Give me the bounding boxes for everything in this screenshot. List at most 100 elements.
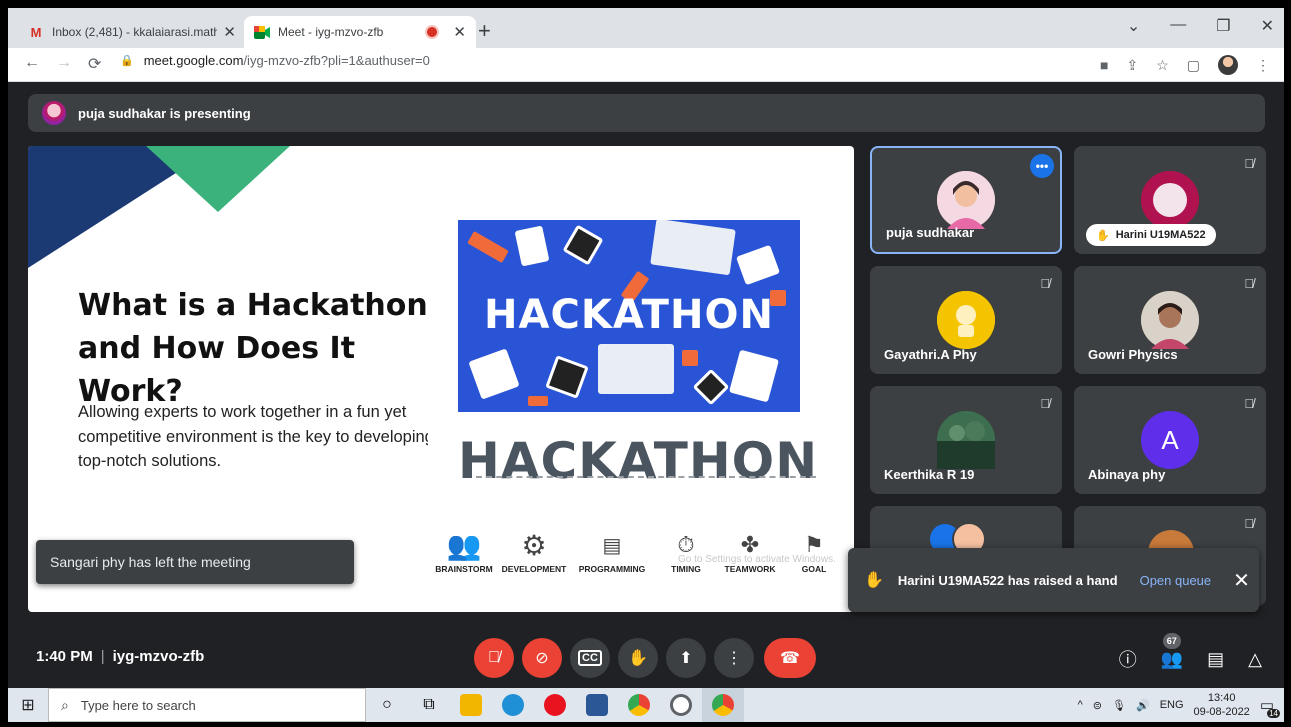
team-icon: 👥 (446, 529, 482, 561)
left-meeting-toast: Sangari phy has left the meeting (36, 540, 354, 584)
microphone-icon[interactable]: 🎙 (1112, 699, 1126, 712)
menu-icon[interactable]: ⋮ (1256, 57, 1270, 74)
chevron-up-icon[interactable]: ^ (1078, 699, 1083, 711)
close-icon[interactable]: ✕ (223, 23, 236, 41)
avatar: A (1141, 411, 1199, 469)
tab-meet[interactable]: Meet - iyg-mzvo-zfb ✕ (244, 16, 476, 48)
info-icon[interactable]: ⓘ (1119, 646, 1137, 672)
reload-icon[interactable]: ⟳ (88, 54, 101, 74)
back-icon[interactable]: ← (24, 54, 40, 72)
edge-icon[interactable] (492, 688, 534, 722)
participant-tile[interactable]: 🎙̸ Gayathri.A Phy (870, 266, 1062, 374)
slide-body: Allowing experts to work together in a f… (78, 403, 434, 470)
close-icon[interactable]: ✕ (453, 23, 466, 41)
captions-icon: CC (578, 650, 602, 666)
participant-tile[interactable]: 🎙̸ A Abinaya phy (1074, 386, 1266, 494)
people-count-badge: 67 (1162, 632, 1181, 649)
chevron-down-icon[interactable]: ⌄ (1127, 16, 1140, 36)
network-icon[interactable]: ⊜ (1093, 699, 1102, 712)
raised-hand-toast: ✋ Harini U19MA522 has raised a hand Open… (848, 548, 1259, 612)
present-button[interactable]: ⬆ (666, 638, 706, 678)
share-icon[interactable]: ⇪ (1126, 57, 1138, 74)
chrome-icon[interactable] (660, 688, 702, 722)
avatar (1141, 171, 1199, 229)
captions-button[interactable]: CC (570, 638, 610, 678)
chrome-profile-icon[interactable] (618, 688, 660, 722)
windows-start-icon[interactable]: ⊞ (8, 688, 48, 722)
avatar (937, 291, 995, 349)
file-explorer-icon[interactable] (450, 688, 492, 722)
tab-title: Inbox (2,481) - kkalaiarasi.maths@ (52, 25, 218, 39)
participant-name: Keerthika R 19 (884, 467, 975, 482)
open-queue-link[interactable]: Open queue (1140, 573, 1212, 588)
raise-hand-button[interactable]: ✋ (618, 638, 658, 678)
opera-icon[interactable] (534, 688, 576, 722)
restore-icon[interactable]: ❐ (1216, 16, 1230, 36)
illustration-word: HACKATHON (484, 292, 774, 338)
notification-icon[interactable]: ▭ 14 (1260, 696, 1280, 718)
more-vert-icon: ⋮ (726, 650, 742, 667)
more-options-icon[interactable]: ••• (1030, 154, 1054, 178)
notification-count: 14 (1267, 709, 1280, 718)
windows-taskbar: ⊞ ⌕ Type here to search ○ ⧉ ^ ⊜ 🎙 🔊 ENG … (8, 688, 1284, 722)
minimize-icon[interactable]: — (1170, 16, 1186, 36)
new-tab-button[interactable]: + (478, 18, 491, 44)
participant-tile[interactable]: 🎙̸ Gowri Physics (1074, 266, 1266, 374)
people-icon: 👥 (1160, 648, 1184, 669)
word-icon[interactable] (576, 688, 618, 722)
avatar (937, 171, 995, 229)
close-icon[interactable]: ✕ (1261, 16, 1274, 36)
side-panel-icon[interactable]: ▢ (1187, 57, 1200, 74)
chat-icon[interactable]: ▤ (1207, 649, 1224, 670)
url-field[interactable]: 🔒 meet.google.com/iyg-mzvo-zfb?pli=1&aut… (120, 53, 430, 68)
mic-off-icon: 🎙̸ (488, 649, 500, 666)
taskbar-clock[interactable]: 13:40 09-08-2022 (1194, 691, 1250, 719)
meeting-info: 1:40 PM | iyg-mzvo-zfb (36, 648, 205, 665)
activation-watermark: Go to Settings to activate Windows. (678, 554, 836, 565)
raised-hand-badge: ✋ Harini U19MA522 (1086, 224, 1216, 246)
hand-icon: ✋ (864, 572, 884, 589)
gmail-icon: M (30, 24, 42, 40)
search-placeholder: Type here to search (80, 697, 196, 713)
stage-teamwork: ✤ TEAMWORK (714, 528, 786, 574)
language-indicator[interactable]: ENG (1160, 699, 1184, 711)
participant-tile[interactable]: ••• puja sudhakar (870, 146, 1062, 254)
chrome-active-icon[interactable] (702, 688, 744, 722)
browser-toolbar-icons: ■ ⇪ ☆ ▢ ⋮ (1100, 55, 1270, 75)
camera-toggle-button[interactable]: ⊘ (522, 638, 562, 678)
forward-icon[interactable]: → (56, 54, 72, 72)
tab-gmail[interactable]: M Inbox (2,481) - kkalaiarasi.maths@ ✕ (18, 16, 246, 48)
lock-icon: 🔒 (120, 55, 134, 67)
mic-off-icon: 🎙̸ (1040, 396, 1050, 411)
leave-call-button[interactable]: ☎ (764, 638, 816, 678)
browser-tab-strip: M Inbox (2,481) - kkalaiarasi.maths@ ✕ M… (8, 8, 1284, 48)
mic-off-icon: 🎙̸ (1040, 276, 1050, 291)
people-button[interactable]: 67 👥 (1160, 632, 1184, 670)
more-options-button[interactable]: ⋮ (714, 638, 754, 678)
participant-tile[interactable]: 🎙̸ Keerthika R 19 (870, 386, 1062, 494)
stage-brainstorm: 👥 BRAINSTORM (428, 528, 500, 575)
camera-off-icon: ⊘ (535, 650, 549, 667)
stage-goal: ⚑ GOAL (778, 528, 850, 574)
camera-icon[interactable]: ■ (1100, 57, 1108, 73)
mic-toggle-button[interactable]: 🎙̸ (474, 638, 514, 678)
presenting-banner: puja sudhakar is presenting (28, 94, 1265, 132)
code-screen-icon: ▤ (602, 534, 622, 557)
hackathon-diagram: HACKATHON 👥 BRAINSTORM ⚙ DEVELOPMENT ▤ P… (428, 432, 848, 602)
star-icon[interactable]: ☆ (1156, 57, 1169, 74)
cortana-icon[interactable]: ○ (366, 688, 408, 722)
address-bar: ← → ⟳ 🔒 meet.google.com/iyg-mzvo-zfb?pli… (8, 48, 1284, 82)
participant-name: puja sudhakar (886, 225, 975, 240)
tab-title: Meet - iyg-mzvo-zfb (278, 25, 384, 39)
close-icon[interactable]: ✕ (1233, 568, 1250, 593)
task-view-icon[interactable]: ⧉ (408, 688, 450, 722)
mic-off-icon: 🎙̸ (1244, 396, 1254, 411)
activities-icon[interactable]: △ (1248, 649, 1262, 670)
participant-tile[interactable]: 🎙̸ ✋ Harini U19MA522 (1074, 146, 1266, 254)
profile-avatar[interactable] (1218, 55, 1238, 75)
presenting-text: puja sudhakar is presenting (78, 105, 251, 121)
volume-icon[interactable]: 🔊 (1136, 699, 1150, 712)
taskbar-search[interactable]: ⌕ Type here to search (48, 688, 366, 722)
avatar (937, 411, 995, 469)
participant-name: Abinaya phy (1088, 467, 1166, 482)
